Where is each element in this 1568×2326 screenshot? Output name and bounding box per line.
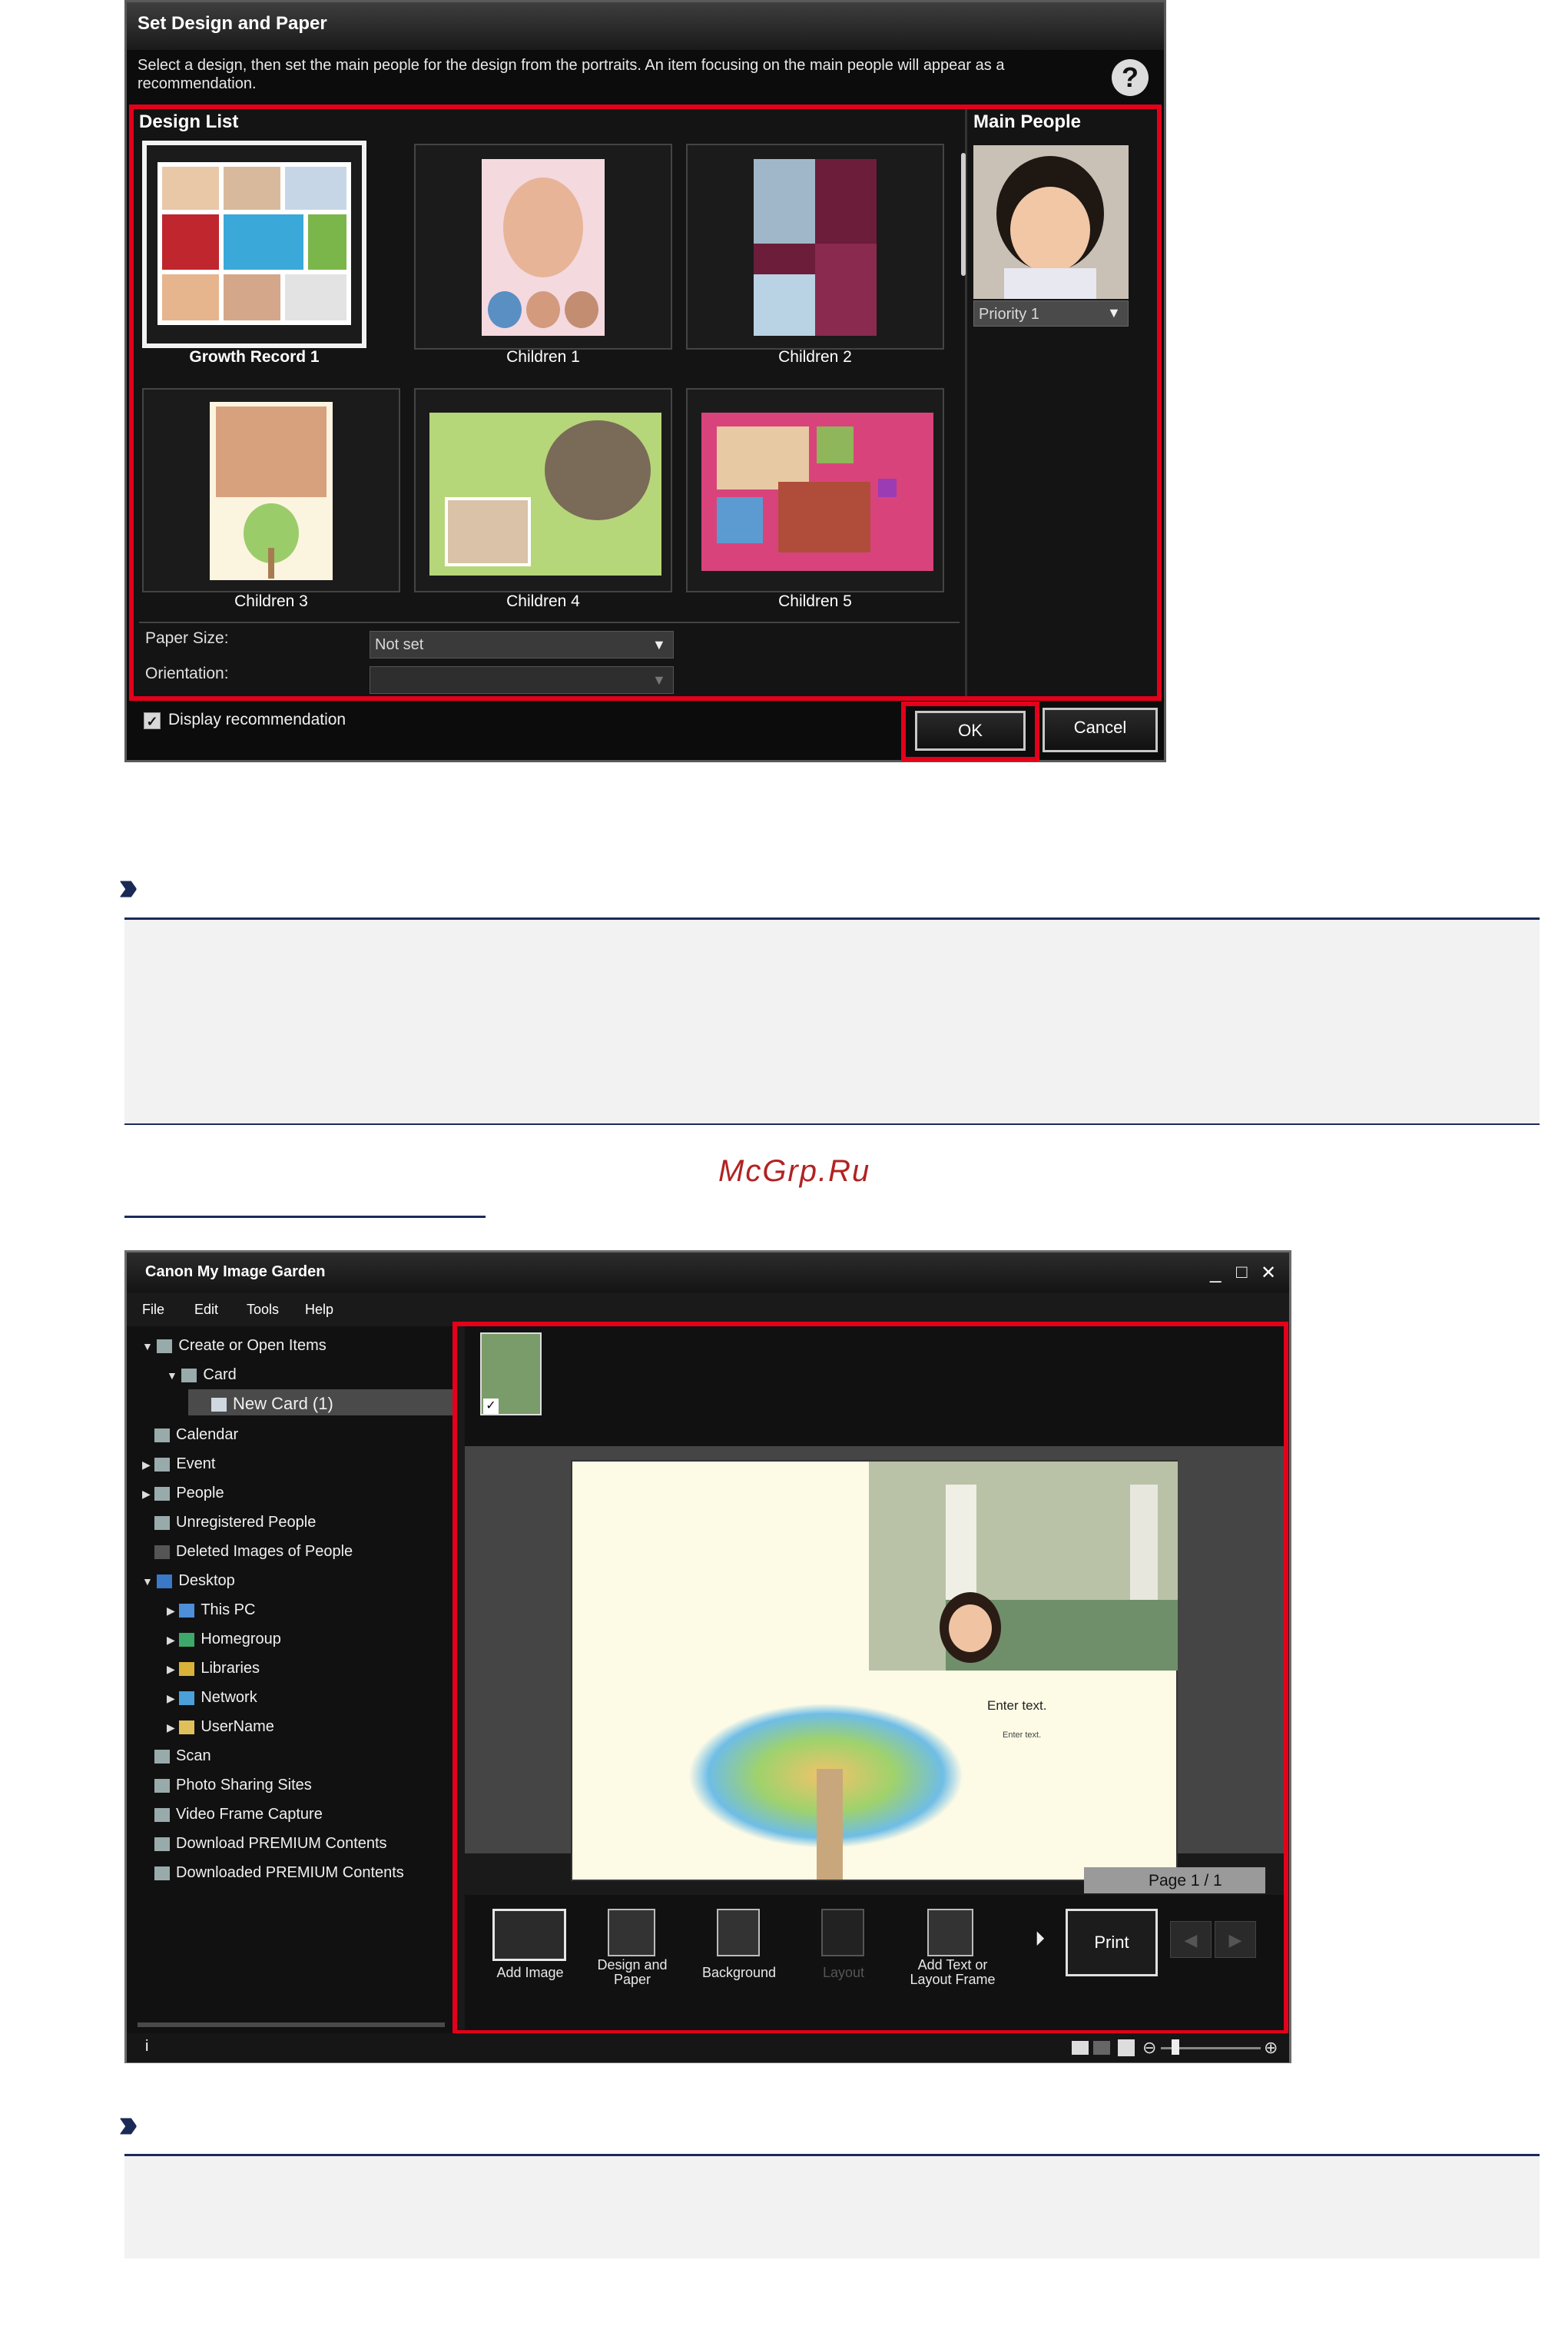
view-mode-icon-2[interactable]	[1093, 2041, 1110, 2055]
menu-help[interactable]: Help	[305, 1302, 333, 1318]
sidebar-scrollbar[interactable]	[138, 2022, 445, 2027]
info-icon[interactable]: i	[145, 2038, 148, 2056]
tree-item-homegroup[interactable]: ▶ Homegroup	[167, 1631, 281, 1648]
note-divider-1	[124, 1123, 1540, 1125]
note-panel-1	[124, 917, 1540, 1123]
zoom-slider-handle[interactable]	[1172, 2039, 1179, 2055]
link-underline	[124, 1216, 486, 1218]
tree-item-this-pc[interactable]: ▶ This PC	[167, 1601, 255, 1619]
highlight-main-area	[452, 1322, 1288, 2035]
tree-item-download-premium-contents[interactable]: Download PREMIUM Contents	[154, 1835, 387, 1853]
fit-view-icon[interactable]	[1118, 2039, 1135, 2056]
set-design-and-paper-dialog: Set Design and Paper Select a design, th…	[124, 0, 1166, 762]
tree-item-create-or-open-items[interactable]: ▼ Create or Open Items	[142, 1337, 327, 1355]
menu-file[interactable]: File	[142, 1302, 164, 1318]
tree-item-unregistered-people[interactable]: Unregistered People	[154, 1514, 316, 1531]
tree-item-scan[interactable]: Scan	[154, 1747, 211, 1765]
tree-item-event[interactable]: ▶ Event	[142, 1455, 216, 1473]
zoom-out-icon[interactable]: ⊖	[1142, 2038, 1156, 2058]
help-icon[interactable]: ?	[1112, 59, 1149, 96]
tree-item-new-card[interactable]: New Card (1)	[211, 1394, 333, 1414]
ok-button[interactable]: OK	[915, 711, 1026, 751]
tree-item-username[interactable]: ▶ UserName	[167, 1718, 274, 1736]
display-recommendation-checkbox[interactable]: ✓	[144, 712, 161, 729]
close-icon[interactable]: ✕	[1261, 1262, 1276, 1284]
dialog-title: Set Design and Paper	[138, 13, 327, 34]
my-image-garden-window: Canon My Image Garden _ □ ✕ File Edit To…	[124, 1250, 1291, 2063]
tree-item-people[interactable]: ▶ People	[142, 1485, 224, 1502]
tree-item-desktop[interactable]: ▼ Desktop	[142, 1572, 235, 1590]
tree-item-card[interactable]: ▼ Card	[167, 1366, 237, 1384]
view-mode-icon-1[interactable]	[1072, 2041, 1089, 2055]
tree-item-calendar[interactable]: Calendar	[154, 1426, 238, 1444]
zoom-in-icon[interactable]: ⊕	[1264, 2038, 1278, 2058]
tree-item-photo-sharing-sites[interactable]: Photo Sharing Sites	[154, 1777, 312, 1794]
dialog-description: Select a design, then set the main peopl…	[138, 57, 1005, 92]
display-recommendation-label: Display recommendation	[168, 711, 346, 728]
cancel-button[interactable]: Cancel	[1043, 708, 1158, 752]
tree-item-deleted-images-of-people[interactable]: Deleted Images of People	[154, 1543, 353, 1561]
tree-item-network[interactable]: ▶ Network	[167, 1689, 257, 1707]
menu-edit[interactable]: Edit	[194, 1302, 218, 1318]
tree-item-downloaded-premium-contents[interactable]: Downloaded PREMIUM Contents	[154, 1864, 404, 1882]
highlight-design-area	[129, 105, 1162, 701]
status-bar	[127, 2033, 1289, 2062]
maximize-icon[interactable]: □	[1236, 1262, 1248, 1283]
watermark: McGrp.Ru	[718, 1154, 871, 1188]
note-panel-2	[124, 2154, 1540, 2258]
tree-item-libraries[interactable]: ▶ Libraries	[167, 1660, 260, 1677]
menu-tools[interactable]: Tools	[247, 1302, 279, 1318]
minimize-icon[interactable]: _	[1210, 1260, 1221, 1284]
tree-item-video-frame-capture[interactable]: Video Frame Capture	[154, 1806, 323, 1823]
window-title: Canon My Image Garden	[145, 1263, 326, 1280]
